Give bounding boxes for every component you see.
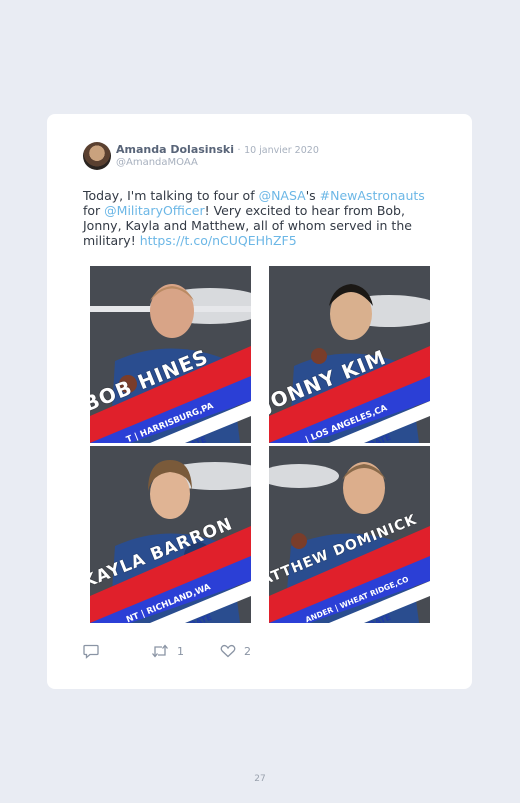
astronaut-photo[interactable]: ATTHEW DOMINICK ANDER | WHEAT RIDGE,CO C… bbox=[269, 446, 430, 623]
tweet-date[interactable]: 10 janvier 2020 bbox=[244, 145, 319, 156]
tweet-text-segment: 's bbox=[305, 188, 320, 203]
tweet-link[interactable]: https://t.co/nCUQEHhZF5 bbox=[140, 233, 297, 248]
tweet-actions: 1 2 bbox=[83, 644, 383, 662]
like-count: 2 bbox=[244, 644, 251, 658]
author-handle[interactable]: @AmandaMOAA bbox=[116, 157, 198, 168]
tweet-link[interactable]: @MilitaryOfficer bbox=[104, 203, 204, 218]
like-button[interactable]: 2 bbox=[220, 644, 251, 658]
tweet-link[interactable]: @NASA bbox=[259, 188, 306, 203]
avatar[interactable] bbox=[83, 142, 111, 170]
astronaut-photo[interactable]: BOB HINES T | HARRISBURG,PA ANDIDATE bbox=[90, 266, 251, 443]
tweet-card: Amanda Dolasinski · 10 janvier 2020 @Ama… bbox=[47, 114, 472, 689]
page-number: 27 bbox=[254, 774, 266, 784]
separator: · bbox=[237, 145, 241, 156]
heart-icon bbox=[220, 644, 236, 658]
tweet-link[interactable]: #NewAstronauts bbox=[320, 188, 425, 203]
speech-bubble-icon bbox=[83, 644, 99, 659]
author-line: Amanda Dolasinski · 10 janvier 2020 bbox=[116, 143, 319, 157]
astronaut-photo[interactable]: JONNY KIM | LOS ANGELES,CA CANDIDATE bbox=[269, 266, 430, 443]
tweet-text: Today, I'm talking to four of @NASA's #N… bbox=[83, 188, 443, 248]
tweet-text-segment: for bbox=[83, 203, 105, 218]
author-name[interactable]: Amanda Dolasinski bbox=[116, 143, 234, 156]
retweet-button[interactable]: 1 bbox=[151, 644, 184, 658]
tweet-text-segment: Today, I'm talking to four of bbox=[83, 188, 259, 203]
astronaut-photo[interactable]: KAYLA BARRON NT | RICHLAND,WA CANDIDATE bbox=[90, 446, 251, 623]
retweet-arrows-icon bbox=[152, 644, 168, 658]
reply-button[interactable] bbox=[83, 644, 99, 659]
retweet-count: 1 bbox=[177, 644, 184, 658]
